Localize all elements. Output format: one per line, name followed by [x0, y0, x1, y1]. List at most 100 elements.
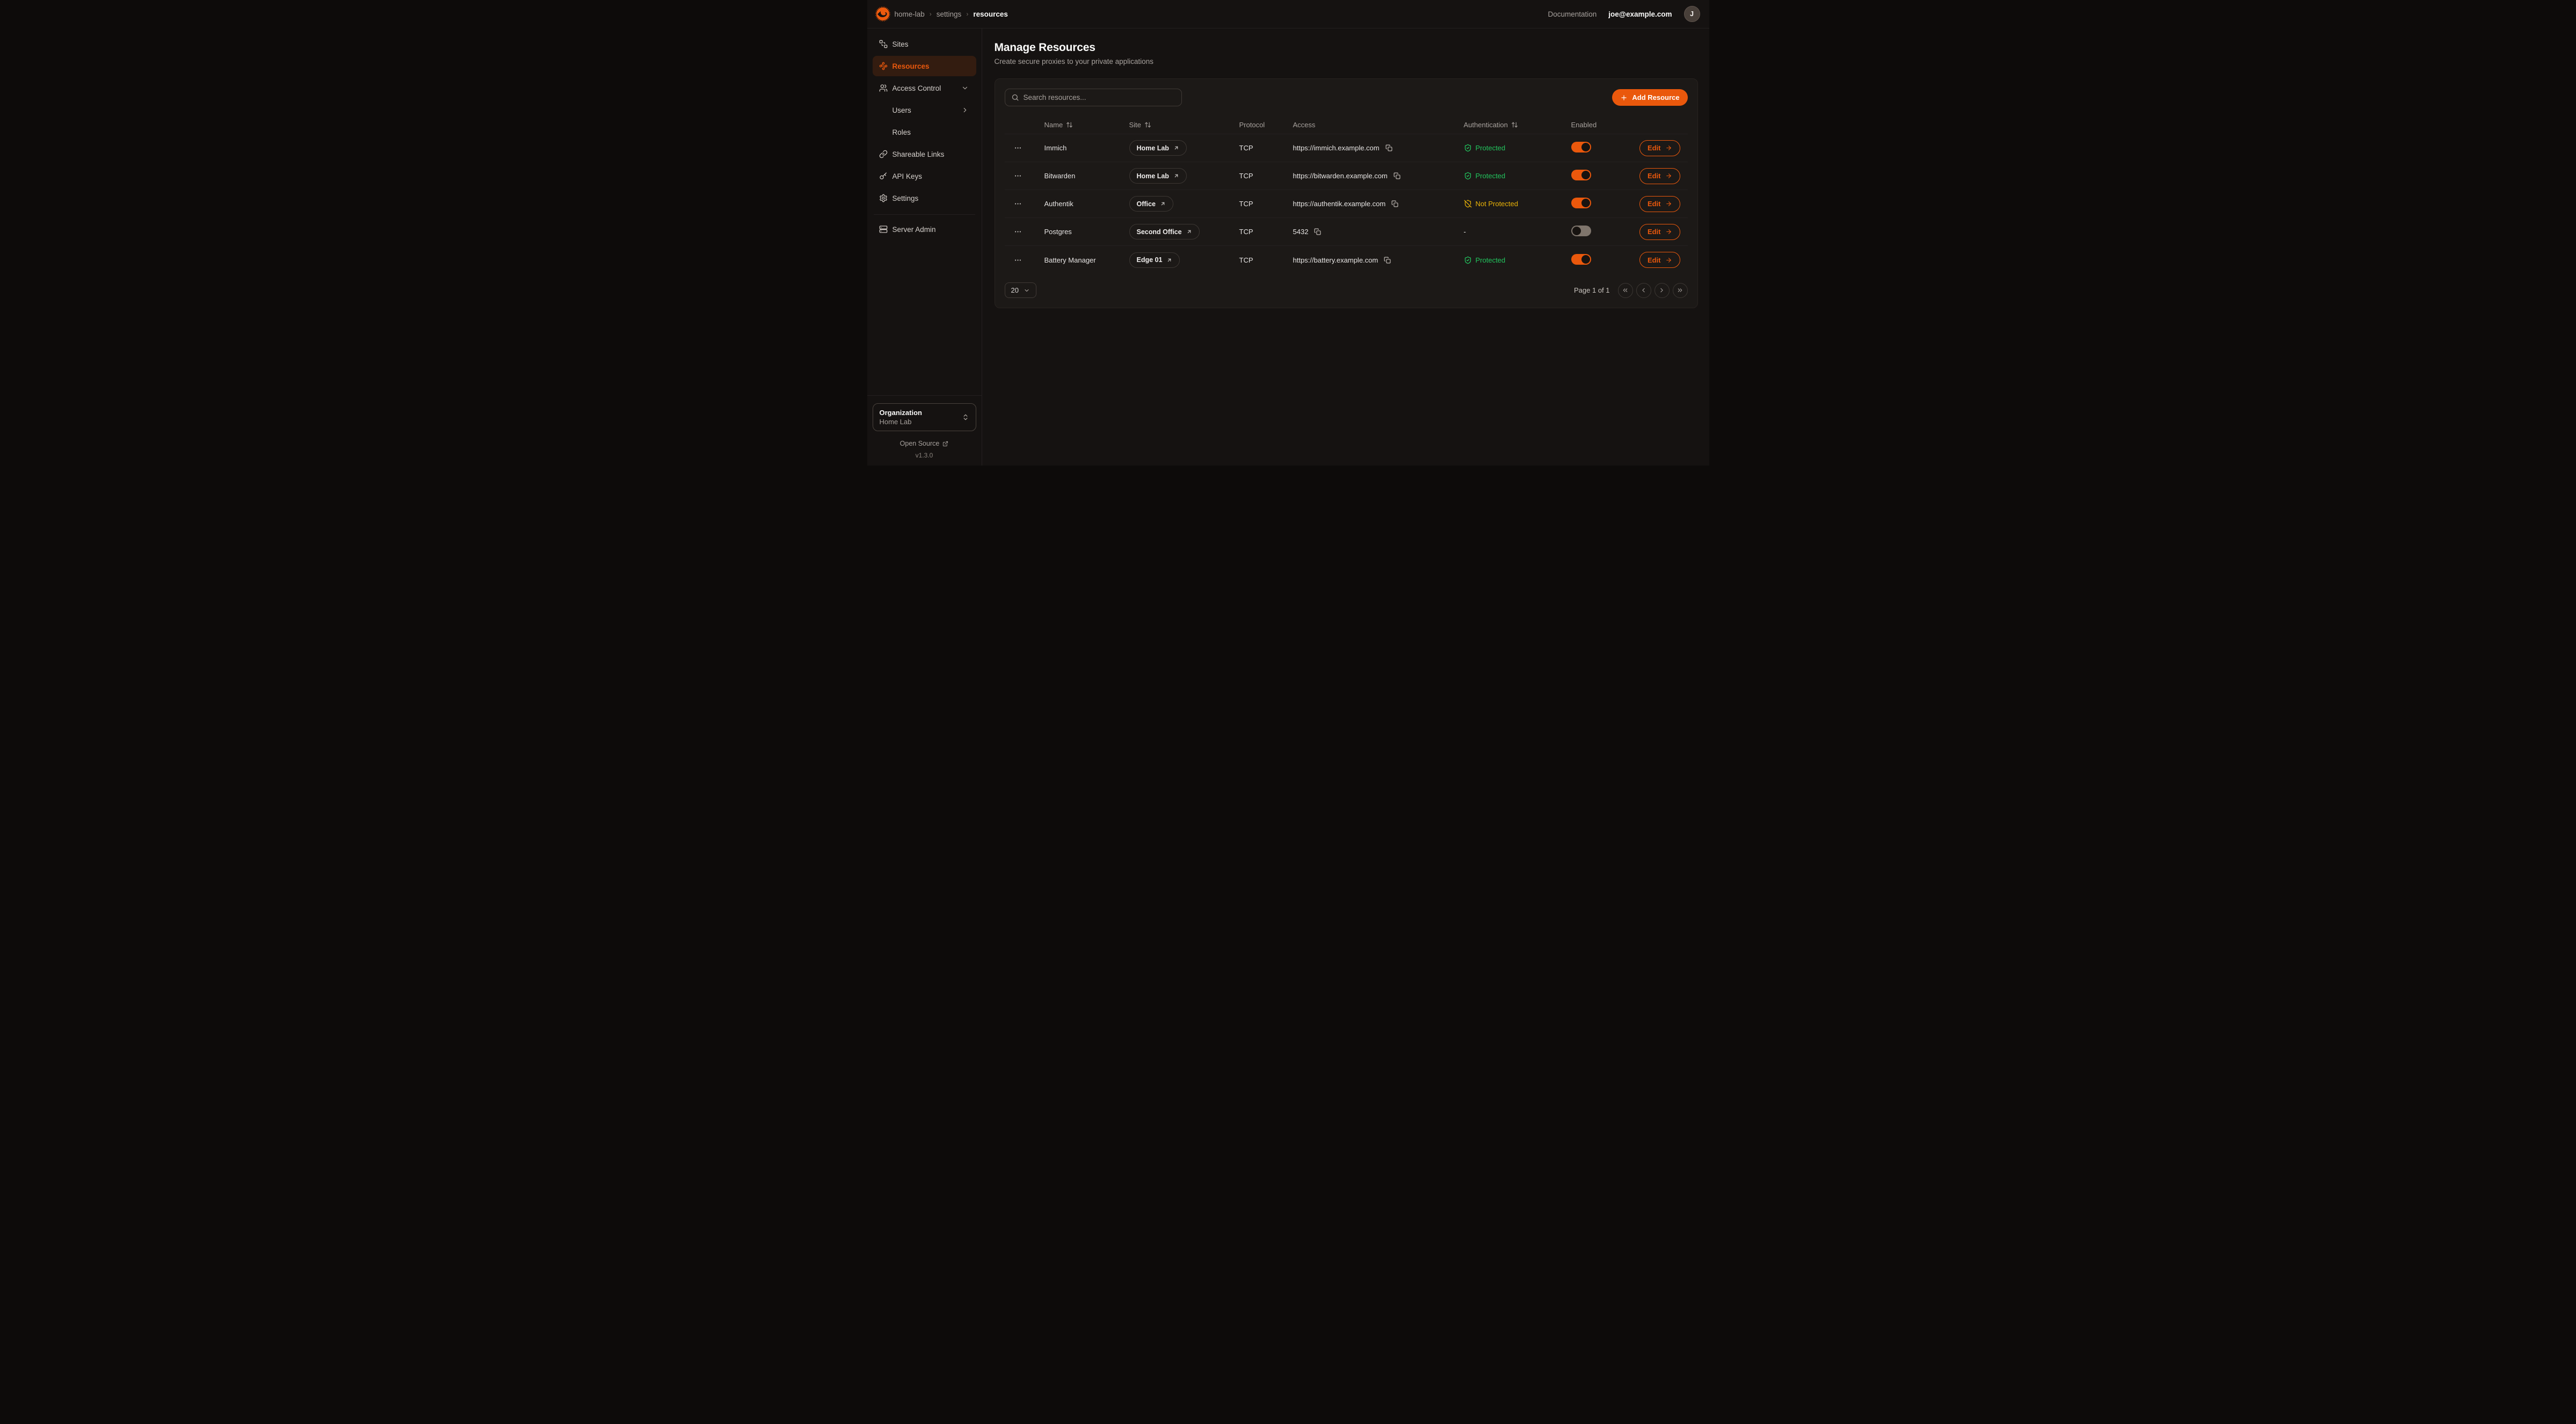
enabled-toggle[interactable]: [1571, 198, 1591, 208]
site-link-button[interactable]: Office: [1129, 196, 1173, 212]
column-authentication[interactable]: Authentication: [1451, 121, 1558, 129]
enabled-toggle[interactable]: [1571, 254, 1591, 265]
shield-check-icon: [1464, 172, 1472, 180]
copy-button[interactable]: [1390, 199, 1399, 208]
sort-icon: [1511, 121, 1518, 128]
sidebar-item-roles[interactable]: Roles: [873, 122, 976, 142]
sidebar-item-resources[interactable]: Resources: [873, 56, 976, 76]
edit-button[interactable]: Edit: [1639, 224, 1680, 240]
enabled-toggle[interactable]: [1571, 226, 1591, 236]
auth-label: Protected: [1476, 256, 1506, 264]
resource-name: Postgres: [1032, 228, 1116, 236]
sidebar: Sites Resources Access Control Users: [867, 28, 982, 466]
ellipsis-icon: [1014, 256, 1022, 264]
table-toolbar: Add Resource: [1005, 89, 1688, 106]
organization-selector[interactable]: Organization Home Lab: [873, 403, 976, 431]
page-info: Page 1 of 1: [1574, 286, 1610, 294]
first-page-button[interactable]: [1618, 283, 1633, 298]
sidebar-item-server-admin[interactable]: Server Admin: [873, 219, 976, 239]
access-url: https://battery.example.com: [1293, 256, 1378, 264]
chevrons-left-icon: [1622, 287, 1629, 294]
row-menu-button[interactable]: [1012, 198, 1024, 210]
edit-button[interactable]: Edit: [1639, 196, 1680, 212]
breadcrumb: home-lab › settings › resources: [895, 10, 1008, 18]
copy-icon: [1391, 200, 1398, 207]
breadcrumb-separator: ›: [930, 10, 932, 18]
sidebar-item-access-control[interactable]: Access Control: [873, 78, 976, 98]
page-size-value: 20: [1011, 286, 1019, 294]
site-link-button[interactable]: Home Lab: [1129, 168, 1187, 184]
edit-button[interactable]: Edit: [1639, 252, 1680, 268]
row-menu-button[interactable]: [1012, 226, 1024, 238]
auth-status: Not Protected: [1451, 200, 1558, 208]
page-size-select[interactable]: 20: [1005, 282, 1036, 298]
sidebar-item-sites[interactable]: Sites: [873, 34, 976, 54]
search-box: [1005, 89, 1182, 106]
open-source-link[interactable]: Open Source: [873, 440, 976, 447]
waypoints-icon: [879, 62, 888, 70]
site-name: Edge 01: [1137, 256, 1163, 264]
avatar[interactable]: J: [1684, 6, 1700, 22]
chevron-down-icon: [961, 84, 969, 92]
shield-off-icon: [1464, 200, 1472, 208]
sidebar-item-shareable-links[interactable]: Shareable Links: [873, 144, 976, 164]
enabled-toggle[interactable]: [1571, 142, 1591, 152]
breadcrumb-settings[interactable]: settings: [937, 10, 962, 18]
search-input[interactable]: [1024, 93, 1175, 101]
copy-button[interactable]: [1384, 143, 1394, 152]
column-access: Access: [1280, 121, 1451, 129]
arrow-right-icon: [1665, 257, 1672, 264]
site-link-button[interactable]: Edge 01: [1129, 252, 1180, 268]
sidebar-item-label: Settings: [892, 194, 919, 202]
sort-icon: [1066, 121, 1073, 128]
table-row: Battery Manager Edge 01 TCP https://batt…: [1005, 246, 1688, 274]
sidebar-item-settings[interactable]: Settings: [873, 188, 976, 208]
arrow-right-icon: [1665, 200, 1672, 207]
resources-card: Add Resource Name Site: [995, 78, 1698, 308]
site-name: Home Lab: [1137, 172, 1169, 180]
organization-label: Organization: [880, 408, 962, 417]
row-menu-button[interactable]: [1012, 170, 1024, 182]
arrow-up-right-icon: [1173, 173, 1179, 179]
column-site[interactable]: Site: [1116, 121, 1227, 129]
column-name[interactable]: Name: [1032, 121, 1116, 129]
copy-button[interactable]: [1392, 171, 1402, 180]
sidebar-item-label: Sites: [892, 40, 909, 48]
pangolin-logo-icon: [874, 5, 891, 23]
main-content: Manage Resources Create secure proxies t…: [982, 28, 1709, 466]
add-resource-button[interactable]: Add Resource: [1612, 89, 1687, 106]
version-label: v1.3.0: [873, 452, 976, 459]
sidebar-item-label: Resources: [892, 62, 930, 70]
site-link-button[interactable]: Home Lab: [1129, 140, 1187, 156]
last-page-button[interactable]: [1673, 283, 1688, 298]
toggle-knob: [1572, 227, 1581, 235]
copy-button[interactable]: [1383, 256, 1392, 265]
sidebar-item-api-keys[interactable]: API Keys: [873, 166, 976, 186]
link-icon: [879, 150, 888, 158]
previous-page-button[interactable]: [1636, 283, 1651, 298]
row-menu-button[interactable]: [1012, 142, 1024, 154]
access-url: https://authentik.example.com: [1293, 200, 1386, 208]
search-icon: [1011, 93, 1019, 101]
users-icon: [879, 84, 888, 92]
row-menu-button[interactable]: [1012, 254, 1024, 266]
next-page-button[interactable]: [1655, 283, 1670, 298]
user-email[interactable]: joe@example.com: [1608, 10, 1672, 18]
breadcrumb-org[interactable]: home-lab: [895, 10, 925, 18]
edit-button[interactable]: Edit: [1639, 168, 1680, 184]
pangolin-logo[interactable]: [871, 5, 895, 23]
copy-button[interactable]: [1313, 227, 1322, 236]
copy-icon: [1385, 144, 1392, 151]
enabled-toggle[interactable]: [1571, 170, 1591, 180]
toggle-knob: [1581, 143, 1590, 151]
arrow-up-right-icon: [1186, 229, 1192, 235]
sidebar-item-users[interactable]: Users: [873, 100, 976, 120]
site-name: Second Office: [1137, 228, 1182, 236]
auth-label: Protected: [1476, 172, 1506, 180]
page-subtitle: Create secure proxies to your private ap…: [995, 57, 1698, 66]
site-link-button[interactable]: Second Office: [1129, 224, 1200, 239]
chevron-down-icon: [1024, 287, 1030, 294]
edit-button[interactable]: Edit: [1639, 140, 1680, 156]
protocol-value: TCP: [1227, 144, 1280, 152]
documentation-link[interactable]: Documentation: [1548, 10, 1597, 18]
